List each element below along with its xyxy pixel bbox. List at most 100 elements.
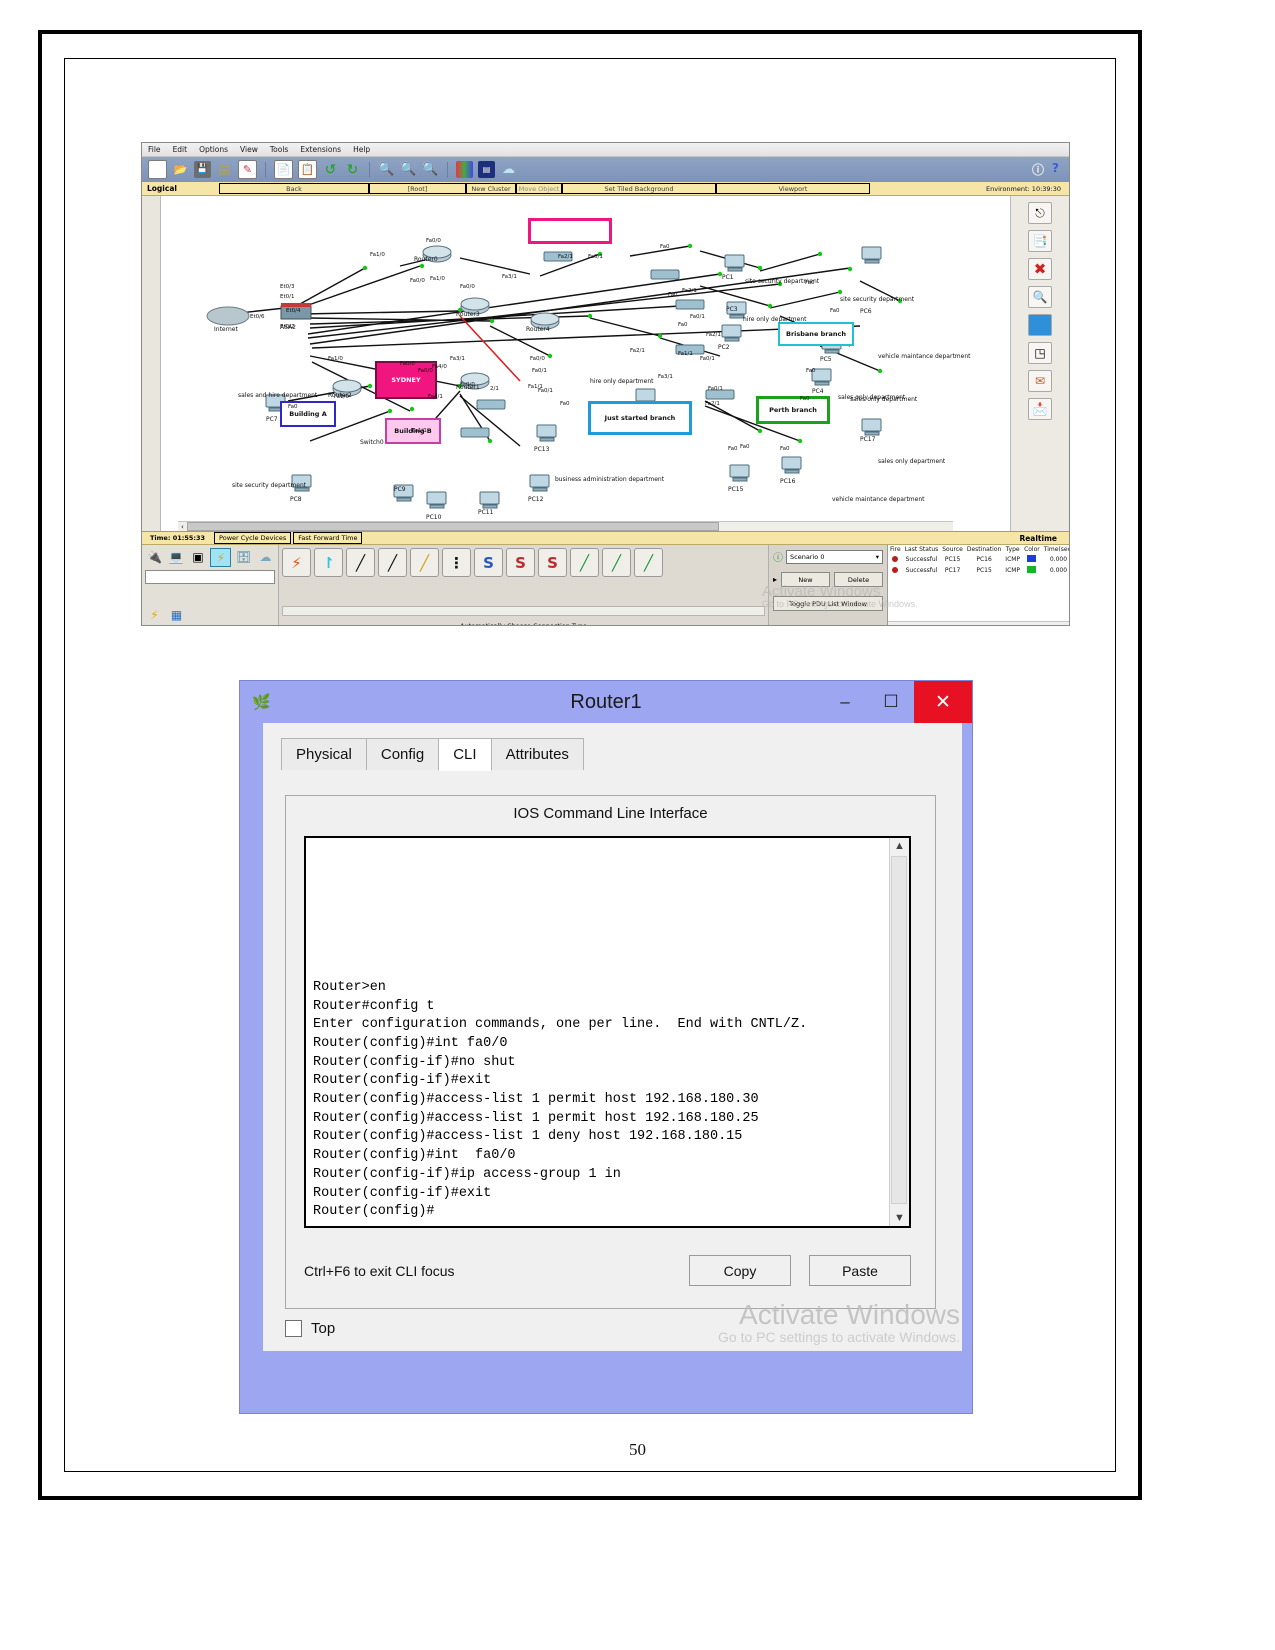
expand-arrow-icon[interactable]: ▸: [773, 575, 777, 584]
new-cluster-button[interactable]: New Cluster: [466, 183, 516, 194]
info-icon[interactable]: ⓘ: [1032, 161, 1044, 178]
save-icon[interactable]: 💾: [194, 161, 211, 178]
hubs-icon[interactable]: ▣: [189, 548, 208, 565]
device-switch4[interactable]: [476, 396, 506, 415]
connections-icon[interactable]: ⚡: [210, 548, 232, 567]
inspect-note-icon[interactable]: 📑: [1028, 230, 1052, 252]
paste-icon[interactable]: 📋: [298, 160, 317, 179]
device-switch0[interactable]: [460, 424, 490, 443]
device-pc13[interactable]: [535, 424, 559, 448]
top-checkbox[interactable]: [285, 1320, 302, 1337]
console-cable-icon[interactable]: ↾: [314, 548, 343, 577]
add-simple-pdu-icon[interactable]: ✉: [1028, 370, 1052, 392]
copy-button[interactable]: Copy: [689, 1255, 791, 1286]
connection-group-icon[interactable]: ⚡: [145, 606, 164, 623]
scroll-up-icon[interactable]: ▲: [894, 838, 905, 854]
canvas-horizontal-scrollbar[interactable]: ‹: [178, 521, 953, 531]
new-scenario-button[interactable]: New: [781, 572, 831, 587]
menu-item-edit[interactable]: Edit: [173, 145, 188, 154]
back-button[interactable]: Back: [219, 183, 369, 194]
octal-icon[interactable]: ╱: [570, 548, 599, 577]
print-icon[interactable]: 🖨: [216, 161, 233, 178]
power-cycle-devices-button[interactable]: Power Cycle Devices: [214, 532, 292, 544]
cli-console[interactable]: Router>en Router#config t Enter configur…: [304, 836, 911, 1228]
tab-attributes[interactable]: Attributes: [490, 738, 584, 770]
tab-physical[interactable]: Physical: [281, 738, 367, 770]
fast-forward-time-button[interactable]: Fast Forward Time: [293, 532, 363, 544]
automatic-connection-icon[interactable]: ⚡: [282, 548, 311, 577]
move-object-button[interactable]: Move Object: [516, 183, 562, 194]
set-tiled-background-button[interactable]: Set Tiled Background: [562, 183, 716, 194]
redo-icon[interactable]: ↻: [344, 161, 361, 178]
palette-icon[interactable]: [456, 161, 473, 178]
cli-vertical-scrollbar[interactable]: ▲ ▼: [889, 838, 909, 1226]
scenario-dropdown[interactable]: Scenario 0 ▾: [786, 549, 883, 564]
fiber-icon[interactable]: ╱: [410, 548, 439, 577]
logical-workspace[interactable]: Internet ASA2 Router0 Router1 Router2 Ro…: [142, 196, 1069, 532]
custom-icon[interactable]: ╱: [602, 548, 631, 577]
serial-dce-icon[interactable]: S: [506, 548, 535, 577]
device-pc15[interactable]: [728, 464, 752, 488]
tab-cli[interactable]: CLI: [438, 738, 492, 771]
delete-scenario-button[interactable]: Delete: [834, 572, 884, 587]
region-box-just-started-branch[interactable]: Just started branch: [588, 401, 692, 435]
network-info-icon[interactable]: ☁: [500, 161, 517, 178]
pdu-list-table[interactable]: Fire Last Status Source Destination Type…: [887, 545, 1069, 625]
routers-icon[interactable]: 🔌: [145, 548, 164, 565]
phone-icon[interactable]: ⋮: [442, 548, 471, 577]
draw-rectangle-icon[interactable]: [1028, 314, 1052, 336]
toggle-pdu-list-window-button[interactable]: Toggle PDU List Window: [773, 596, 883, 611]
table-row[interactable]: Successful PC15 PC16 ICMP 0.000 N 0 (ed: [888, 554, 1069, 565]
select-tool-icon[interactable]: ⎋: [1028, 202, 1052, 224]
top-checkbox-group[interactable]: Top: [285, 1320, 335, 1337]
device-pc6[interactable]: [860, 246, 884, 270]
zoom-in-icon[interactable]: 🔍: [378, 161, 395, 178]
paste-button[interactable]: Paste: [809, 1255, 911, 1286]
zoom-reset-icon[interactable]: 🔍: [400, 161, 417, 178]
device-switch2[interactable]: [675, 296, 705, 315]
scroll-down-icon[interactable]: ▼: [894, 1210, 905, 1226]
inspect-magnifier-icon[interactable]: 🔍: [1028, 286, 1052, 308]
table-row[interactable]: Successful PC17 PC15 ICMP 0.000 N 1 (ed: [888, 565, 1069, 576]
edit-note-icon[interactable]: ✎: [238, 160, 257, 179]
delete-x-icon[interactable]: ✖: [1028, 258, 1052, 280]
add-complex-pdu-icon[interactable]: 📩: [1028, 398, 1052, 420]
device-switch6[interactable]: [650, 266, 680, 285]
menu-item-tools[interactable]: Tools: [270, 145, 288, 154]
chevron-down-icon[interactable]: ▾: [876, 553, 882, 561]
zoom-out-icon[interactable]: 🔍: [422, 161, 439, 178]
region-box-perth-branch[interactable]: Perth branch: [756, 396, 830, 424]
coaxial-icon[interactable]: S: [474, 548, 503, 577]
custom-devices-icon[interactable]: ▤: [478, 161, 495, 178]
switches-icon[interactable]: 💻: [167, 548, 186, 565]
copper-crossover-icon[interactable]: ╱: [378, 548, 407, 577]
pdu-horizontal-scrollbar[interactable]: [888, 621, 1069, 625]
device-filter-input[interactable]: [145, 570, 275, 584]
menu-item-extensions[interactable]: Extensions: [300, 145, 341, 154]
grid-view-icon[interactable]: ▦: [167, 606, 186, 623]
pdu-fire-dot-icon[interactable]: [888, 554, 903, 565]
connection-scrollbar[interactable]: [282, 606, 765, 616]
serial-dte-icon[interactable]: S: [538, 548, 567, 577]
root-button[interactable]: [Root]: [369, 183, 466, 194]
device-pc12[interactable]: [528, 474, 552, 498]
tab-config[interactable]: Config: [365, 738, 440, 770]
region-box-brisbane-branch[interactable]: Brisbane branch: [778, 322, 854, 346]
menu-item-view[interactable]: View: [240, 145, 258, 154]
region-box-top-pink[interactable]: [528, 218, 612, 244]
device-pc16[interactable]: [780, 456, 804, 480]
wireless-icon[interactable]: ☁: [256, 548, 275, 565]
resize-shape-icon[interactable]: ◳: [1028, 342, 1052, 364]
menu-item-file[interactable]: File: [148, 145, 161, 154]
end-devices-icon[interactable]: 🗄: [234, 548, 253, 565]
help-icon[interactable]: ?: [1052, 161, 1059, 178]
window-title-bar[interactable]: 🌿 Router1 – ☐ ✕: [240, 681, 972, 723]
new-file-icon[interactable]: [148, 160, 167, 179]
cli-scroll-thumb[interactable]: [891, 856, 907, 1204]
scroll-left-arrow[interactable]: ‹: [178, 523, 187, 531]
scroll-thumb[interactable]: [186, 522, 719, 531]
menu-item-options[interactable]: Options: [199, 145, 228, 154]
pdu-fire-dot-icon[interactable]: [888, 565, 903, 576]
open-folder-icon[interactable]: 📂: [172, 161, 189, 178]
undo-icon[interactable]: ↺: [322, 161, 339, 178]
